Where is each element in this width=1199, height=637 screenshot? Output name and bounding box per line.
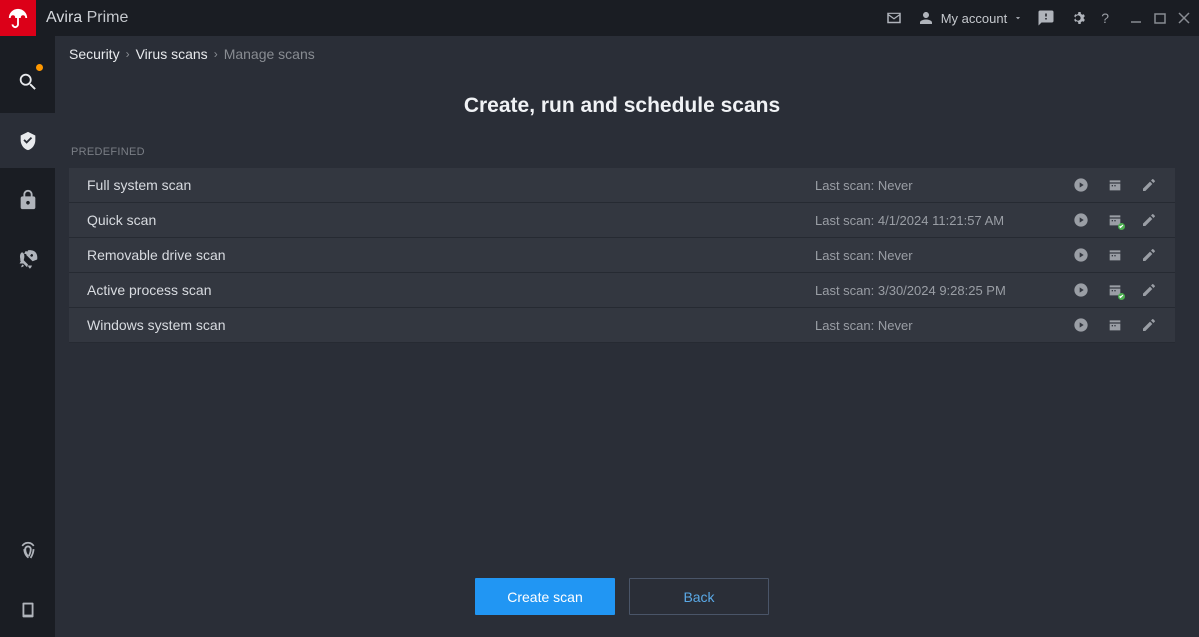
scan-list: Full system scanLast scan: NeverQuick sc… [69,168,1175,343]
title-left: Avira Prime [0,0,128,36]
minimize-icon[interactable] [1129,11,1143,25]
schedule-icon[interactable] [1107,177,1123,193]
scan-name: Quick scan [87,212,815,228]
user-icon [917,9,935,27]
title-right: My account ? [885,9,1191,27]
notification-dot [36,64,43,71]
scan-status: Last scan: 3/30/2024 9:28:25 PM [815,283,1055,298]
edit-icon[interactable] [1141,177,1157,193]
scan-actions [1073,282,1157,298]
fingerprint-icon [17,540,39,562]
brand-text: Avira Prime [46,9,128,27]
scan-name: Active process scan [87,282,815,298]
rocket-icon [17,248,39,270]
mail-icon[interactable] [885,9,903,27]
scan-status: Last scan: Never [815,318,1055,333]
check-badge [1118,223,1125,230]
edit-icon[interactable] [1141,282,1157,298]
play-icon[interactable] [1073,177,1089,193]
sidebar-item-status[interactable] [0,54,55,109]
play-icon[interactable] [1073,247,1089,263]
title-bar: Avira Prime My account ? [0,0,1199,36]
edit-icon[interactable] [1141,247,1157,263]
back-button[interactable]: Back [629,578,769,615]
scan-row: Windows system scanLast scan: Never [69,308,1175,343]
sidebar [0,36,55,637]
sidebar-item-device[interactable] [0,582,55,637]
edit-icon[interactable] [1141,317,1157,333]
sidebar-item-performance[interactable] [0,231,55,286]
sidebar-item-fingerprint[interactable] [0,523,55,578]
breadcrumb-sep: › [214,47,218,61]
content: Security › Virus scans › Manage scans Cr… [55,36,1199,637]
scan-row: Full system scanLast scan: Never [69,168,1175,203]
schedule-icon[interactable] [1107,212,1123,228]
scan-row: Removable drive scanLast scan: Never [69,238,1175,273]
scan-actions [1073,247,1157,263]
scan-name: Removable drive scan [87,247,815,263]
scan-status: Last scan: 4/1/2024 11:21:57 AM [815,213,1055,228]
page-title: Create, run and schedule scans [69,94,1175,118]
window-controls [1129,11,1191,25]
account-menu[interactable]: My account [917,9,1023,27]
check-badge [1118,293,1125,300]
maximize-icon[interactable] [1153,11,1167,25]
edit-icon[interactable] [1141,212,1157,228]
scan-name: Full system scan [87,177,815,193]
scan-status: Last scan: Never [815,178,1055,193]
feedback-icon[interactable] [1037,9,1055,27]
magnify-icon [17,71,39,93]
schedule-icon[interactable] [1107,282,1123,298]
breadcrumb-virus-scans[interactable]: Virus scans [136,46,208,62]
schedule-icon[interactable] [1107,317,1123,333]
scan-row: Active process scanLast scan: 3/30/2024 … [69,273,1175,308]
sidebar-item-privacy[interactable] [0,172,55,227]
play-icon[interactable] [1073,212,1089,228]
shield-check-icon [17,130,39,152]
breadcrumb: Security › Virus scans › Manage scans [69,46,1175,62]
breadcrumb-sep: › [126,47,130,61]
footer: Create scan Back [69,578,1175,619]
breadcrumb-security[interactable]: Security [69,46,120,62]
chevron-down-icon [1013,13,1023,23]
lock-icon [17,189,39,211]
umbrella-icon [7,7,29,29]
main-layout: Security › Virus scans › Manage scans Cr… [0,36,1199,637]
device-icon [17,599,39,621]
settings-icon[interactable] [1069,9,1087,27]
create-scan-button[interactable]: Create scan [475,578,615,615]
scan-actions [1073,177,1157,193]
scan-name: Windows system scan [87,317,815,333]
play-icon[interactable] [1073,282,1089,298]
help-icon[interactable]: ? [1101,10,1109,26]
play-icon[interactable] [1073,317,1089,333]
breadcrumb-current: Manage scans [224,46,315,62]
avira-logo [0,0,36,36]
close-icon[interactable] [1177,11,1191,25]
scan-actions [1073,317,1157,333]
account-label: My account [941,11,1007,26]
schedule-icon[interactable] [1107,247,1123,263]
section-label: PREDEFINED [71,146,1175,158]
scan-status: Last scan: Never [815,248,1055,263]
scan-actions [1073,212,1157,228]
scan-row: Quick scanLast scan: 4/1/2024 11:21:57 A… [69,203,1175,238]
sidebar-item-security[interactable] [0,113,55,168]
